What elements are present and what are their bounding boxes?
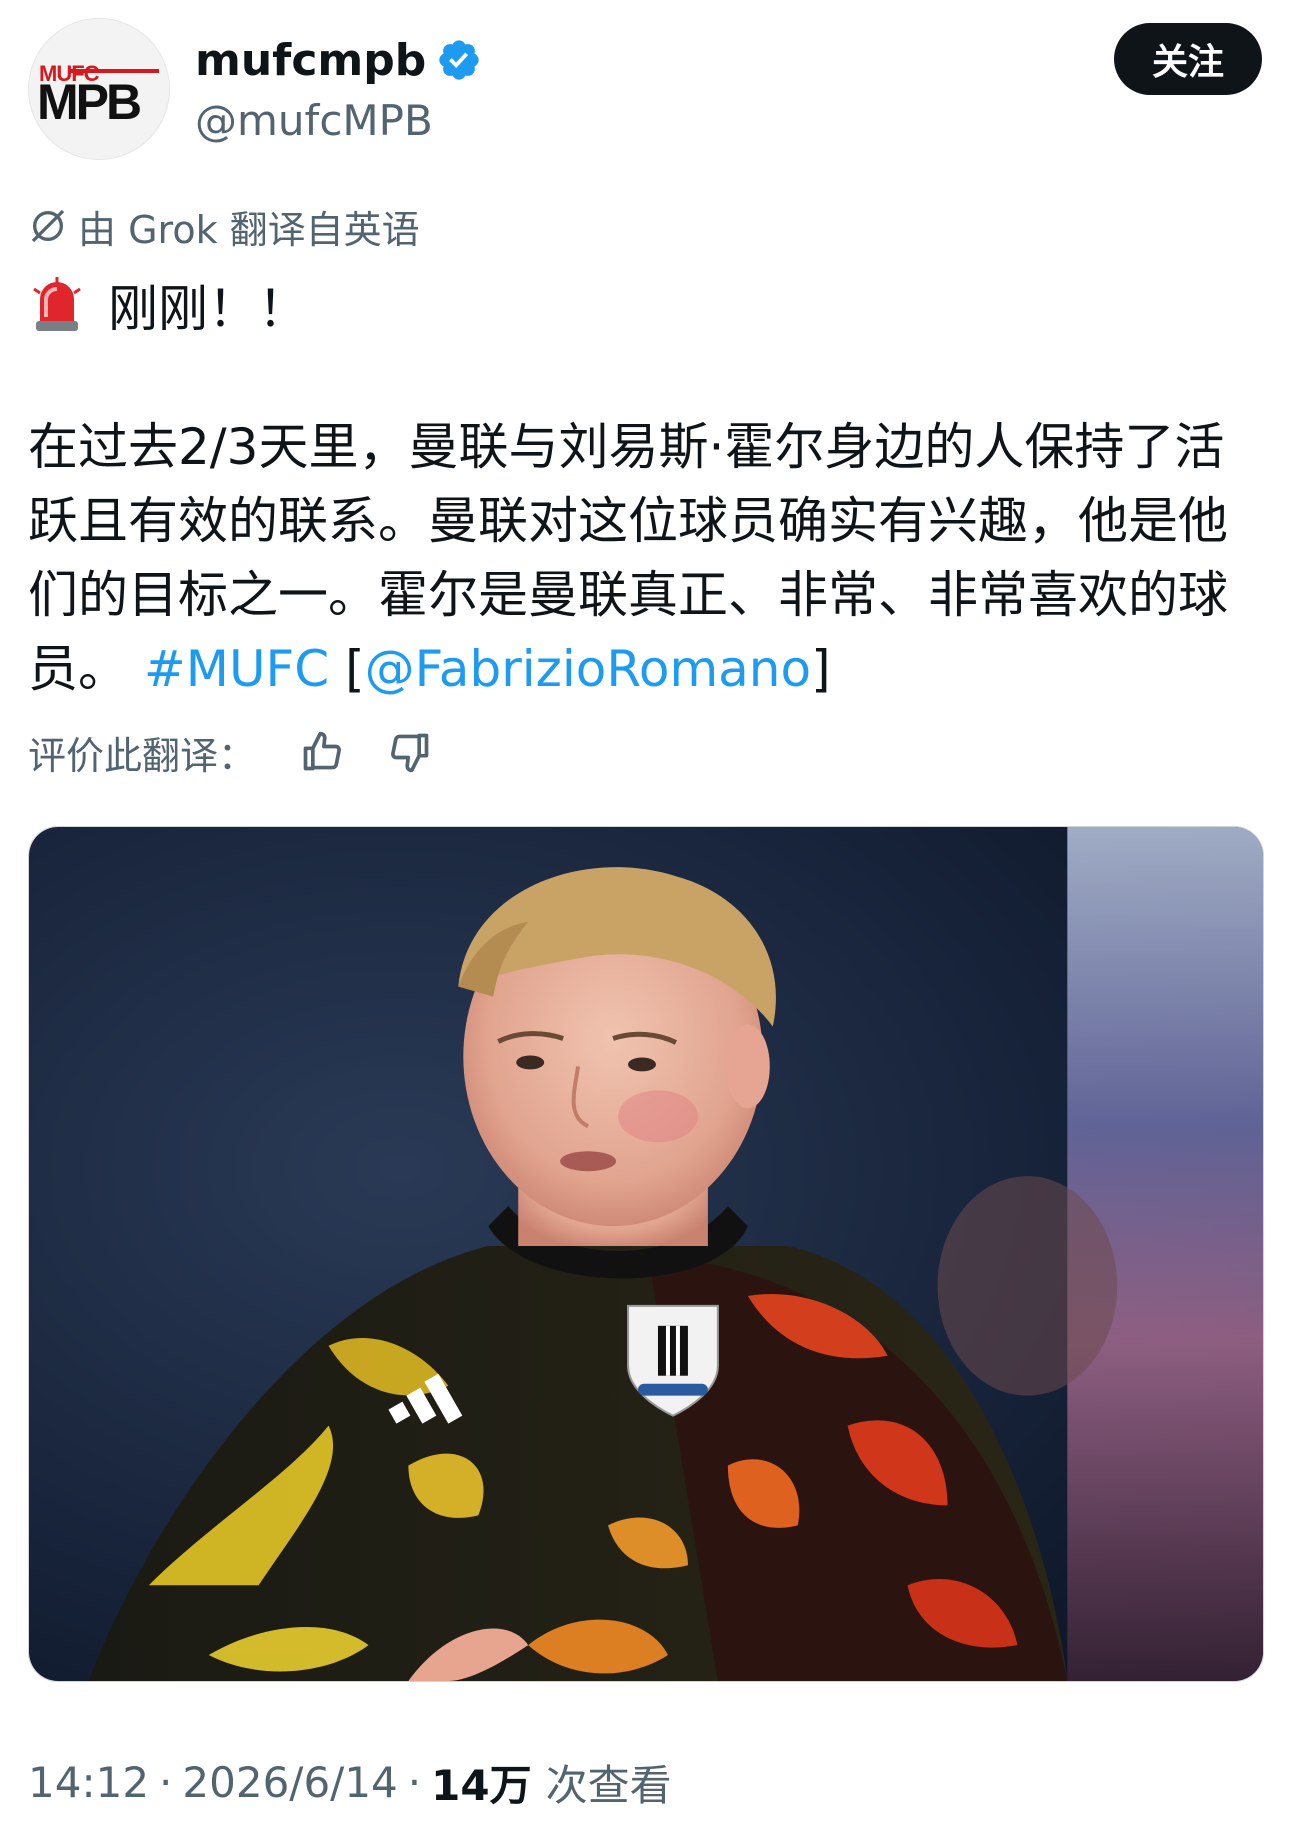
translation-text: 由 Grok 翻译自英语	[78, 207, 420, 252]
follow-button[interactable]: 关注	[1114, 23, 1262, 95]
bracket-close: ]	[811, 640, 831, 698]
mention-link[interactable]: @FabrizioRomano	[365, 640, 811, 698]
thumbs-down-icon[interactable]	[388, 730, 432, 774]
post-alert-line: 刚刚！！	[32, 270, 308, 340]
player-photo-image	[29, 827, 1263, 1681]
rate-label: 评价此翻译：	[28, 733, 257, 778]
post-body: 在过去2/3天里，曼联与刘易斯·霍尔身边的人保持了活跃且有效的联系。曼联对这位球…	[28, 410, 1268, 706]
siren-emoji-icon	[33, 277, 81, 331]
post-time[interactable]: 14:12	[28, 1758, 149, 1807]
rate-translation: 评价此翻译：	[28, 722, 432, 782]
grok-icon	[31, 209, 65, 243]
post-header: MUFC MPB mufcmpb @mufcMPB 关注	[28, 18, 1262, 168]
post-photo[interactable]	[28, 826, 1264, 1682]
user-handle[interactable]: @mufcMPB	[195, 96, 433, 145]
avatar-logo-main: MPB	[37, 74, 142, 130]
separator-dot: ·	[407, 1757, 422, 1807]
views-count[interactable]: 14万	[431, 1752, 531, 1813]
alert-text: 刚刚！！	[108, 280, 308, 338]
post-date[interactable]: 2026/6/14	[182, 1758, 397, 1807]
translation-label[interactable]: 由 Grok 翻译自英语	[28, 198, 420, 254]
hashtag-link[interactable]: #MUFC	[144, 640, 329, 698]
separator-dot: ·	[159, 1757, 173, 1807]
verified-badge-icon	[439, 40, 479, 80]
post-meta: 14:12 · 2026/6/14 · 14万 次查看	[28, 1752, 672, 1812]
bracket-open: [	[345, 640, 365, 698]
display-name[interactable]: mufcmpb	[195, 35, 426, 86]
name-row: mufcmpb	[195, 30, 482, 90]
views-label: 次查看	[545, 1760, 672, 1810]
avatar[interactable]: MUFC MPB	[28, 18, 170, 160]
thumbs-up-icon[interactable]	[300, 730, 344, 774]
